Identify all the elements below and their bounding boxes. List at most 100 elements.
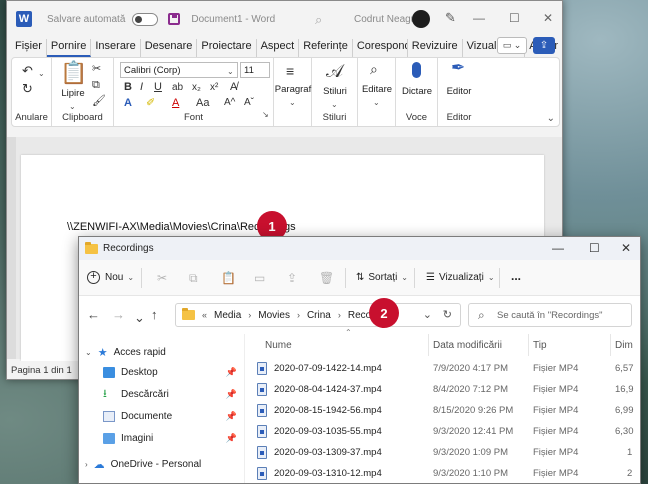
pin-icon[interactable]: 📌 xyxy=(226,433,237,444)
dictate-label[interactable]: Dictare xyxy=(396,86,438,97)
table-row[interactable]: 2020-08-15-1942-56.mp4 8/15/2020 9:26 PM… xyxy=(245,401,640,422)
superscript-icon[interactable]: x² xyxy=(210,81,218,95)
delete-icon[interactable]: 🗑 xyxy=(319,271,334,285)
copy-icon[interactable]: ⧉ xyxy=(92,78,100,92)
column-name[interactable]: Nume xyxy=(265,340,292,351)
tab-layout[interactable]: Aspect xyxy=(257,39,300,57)
pin-icon[interactable]: 📌 xyxy=(226,389,237,400)
chevron-down-icon[interactable]: ⌄ xyxy=(331,98,338,112)
column-divider[interactable] xyxy=(428,334,429,356)
table-row[interactable]: 2020-08-04-1424-37.mp4 8/4/2020 7:12 PM … xyxy=(245,380,640,401)
grow-font-icon[interactable]: A^ xyxy=(224,96,235,110)
table-row[interactable]: 2020-07-09-1422-14.mp4 7/9/2020 4:17 PM … xyxy=(245,359,640,380)
view-button[interactable]: ☰ Vizualizați ⌄ xyxy=(426,272,495,283)
nav-item-documents[interactable]: Documente 📌 xyxy=(103,411,245,422)
chevron-down-icon[interactable]: ⌄ xyxy=(38,67,45,81)
format-painter-icon[interactable]: 🖌 xyxy=(92,94,106,108)
bold-button[interactable]: B xyxy=(124,80,132,94)
cut-icon[interactable]: ✂ xyxy=(157,271,167,285)
tab-home[interactable]: Pornire xyxy=(46,39,92,57)
underline-button[interactable]: U xyxy=(154,80,162,94)
copy-icon[interactable]: ⧉ xyxy=(189,271,198,286)
clear-format-icon[interactable]: A̸ xyxy=(230,80,237,94)
minimize-icon[interactable]: — xyxy=(552,241,564,255)
dialog-launcher-icon[interactable]: ↘ xyxy=(262,108,269,122)
recent-locations-icon[interactable]: ⌄ xyxy=(134,310,145,326)
paragraph-label[interactable]: Paragraf xyxy=(274,84,312,95)
breadcrumb-media[interactable]: Media xyxy=(214,310,241,321)
minimize-icon[interactable]: — xyxy=(473,11,485,25)
paste-icon[interactable]: 📋 xyxy=(221,271,236,285)
chevron-down-icon[interactable]: ⌄ xyxy=(289,96,296,110)
tab-draw[interactable]: Desenare xyxy=(141,39,198,57)
forward-icon[interactable]: → xyxy=(112,307,125,322)
editing-label[interactable]: Editare xyxy=(358,84,396,95)
maximize-icon[interactable]: ☐ xyxy=(509,11,520,25)
chevron-down-icon[interactable]: ⌄ xyxy=(423,308,432,321)
column-divider[interactable] xyxy=(528,334,529,356)
comments-button[interactable]: ▭ ⌄ xyxy=(497,37,527,54)
pen-icon[interactable]: ✎ xyxy=(445,10,456,26)
rename-icon[interactable]: ▭ xyxy=(254,271,265,285)
up-icon[interactable]: ↑ xyxy=(151,307,158,322)
styles-label[interactable]: Stiluri xyxy=(312,86,358,97)
cut-icon[interactable]: ✂ xyxy=(92,62,101,76)
address-bar[interactable]: « Media › Movies › Crina › Recordings ⌄ … xyxy=(175,303,461,327)
microphone-icon[interactable] xyxy=(412,62,421,78)
strikethrough-icon[interactable]: ab xyxy=(172,81,183,95)
font-color-icon[interactable]: A xyxy=(172,96,179,110)
tab-mailings[interactable]: Corespondență xyxy=(353,39,408,57)
nav-item-desktop[interactable]: Desktop 📌 xyxy=(103,367,245,378)
font-size-select[interactable]: 11 xyxy=(240,62,270,78)
column-divider[interactable] xyxy=(610,334,611,356)
redo-icon[interactable]: ↻ xyxy=(22,82,33,96)
tab-design[interactable]: Proiectare xyxy=(197,39,257,57)
italic-button[interactable]: I xyxy=(140,80,143,94)
table-row[interactable]: 2020-09-03-1035-55.mp4 9/3/2020 12:41 PM… xyxy=(245,422,640,443)
column-type[interactable]: Tip xyxy=(533,340,547,351)
shrink-font-icon[interactable]: Aˇ xyxy=(244,96,254,110)
font-name-select[interactable]: Calibri (Corp) xyxy=(120,62,238,78)
sort-button[interactable]: ⇅ Sortați ⌄ xyxy=(356,272,408,283)
clipboard-icon[interactable]: 📋 xyxy=(60,62,87,84)
table-row[interactable]: 2020-09-03-1309-37.mp4 9/3/2020 1:09 PM … xyxy=(245,443,640,464)
tab-file[interactable]: Fișier xyxy=(11,39,47,57)
refresh-icon[interactable]: ↻ xyxy=(443,308,452,321)
table-row[interactable]: 2020-09-03-1310-12.mp4 9/3/2020 1:10 PM … xyxy=(245,464,640,484)
nav-item-pictures[interactable]: Imagini 📌 xyxy=(103,433,245,444)
undo-icon[interactable]: ↶ xyxy=(22,64,33,78)
paste-label[interactable]: Lipire xyxy=(58,88,88,99)
user-name[interactable]: Codrut Neagu xyxy=(354,14,416,25)
nav-item-downloads[interactable]: ⭳ Descărcări 📌 xyxy=(103,389,245,401)
close-icon[interactable]: ✕ xyxy=(543,11,553,25)
back-icon[interactable]: ← xyxy=(87,307,100,322)
nav-onedrive[interactable]: › ☁ OneDrive - Personal xyxy=(85,458,201,471)
breadcrumb-crina[interactable]: Crina xyxy=(307,310,331,321)
more-options-button[interactable]: ... xyxy=(511,269,521,283)
search-icon[interactable]: ⌕ xyxy=(315,12,322,28)
pin-icon[interactable]: 📌 xyxy=(226,367,237,378)
nav-quick-access[interactable]: ⌄ ★ Acces rapid xyxy=(85,346,166,359)
breadcrumb-overflow[interactable]: « xyxy=(202,310,207,320)
chevron-down-icon[interactable]: ⌄ xyxy=(373,96,380,110)
tab-insert[interactable]: Inserare xyxy=(91,39,141,57)
editor-pen-icon[interactable]: ✒ xyxy=(451,59,465,76)
avatar[interactable] xyxy=(412,10,430,28)
paragraph-icon[interactable]: ≡ xyxy=(286,64,294,78)
tab-references[interactable]: Referințe xyxy=(299,39,353,57)
maximize-icon[interactable]: ☐ xyxy=(589,241,600,255)
chevron-down-icon[interactable]: ⌄ xyxy=(227,65,234,79)
text-effects-icon[interactable]: A xyxy=(124,96,132,110)
close-icon[interactable]: ✕ xyxy=(621,241,631,255)
new-button[interactable]: + Nou ⌄ xyxy=(87,271,134,284)
tab-review[interactable]: Revizuire xyxy=(408,39,463,57)
editor-label[interactable]: Editor xyxy=(438,86,480,97)
breadcrumb-movies[interactable]: Movies xyxy=(258,310,290,321)
search-input[interactable]: ⌕ Se caută în "Recordings" xyxy=(468,303,632,327)
column-size[interactable]: Dim xyxy=(615,340,633,351)
column-date[interactable]: Data modificării xyxy=(433,340,502,351)
pin-icon[interactable]: 📌 xyxy=(226,411,237,422)
find-icon[interactable]: ⌕ xyxy=(370,62,378,76)
case-icon[interactable]: Aa xyxy=(196,96,209,110)
highlight-icon[interactable]: ✐ xyxy=(146,96,155,110)
